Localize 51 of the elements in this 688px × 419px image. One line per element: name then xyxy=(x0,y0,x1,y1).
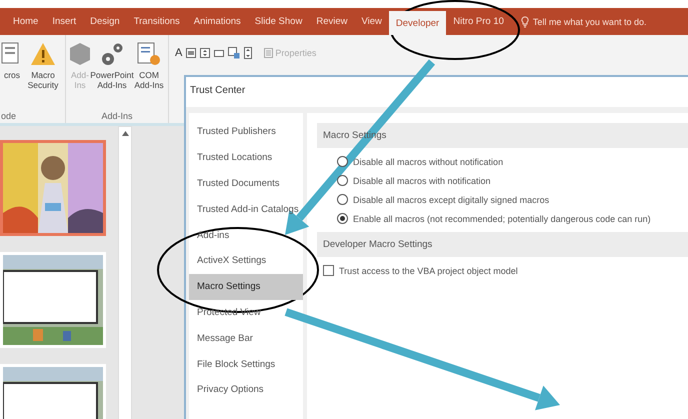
warning-icon xyxy=(30,41,56,67)
group-label: Add-Ins xyxy=(100,111,134,121)
ribbon-button[interactable]: Macro Security xyxy=(23,39,63,111)
checkbox[interactable] xyxy=(323,265,334,276)
ribbon-button[interactable]: cros xyxy=(1,39,23,111)
option-label: Disable all macros without notification xyxy=(353,156,504,166)
tell-me-search[interactable]: Tell me what you want to do. xyxy=(532,16,646,26)
nav-item[interactable]: Message Bar xyxy=(189,325,303,352)
nav-item[interactable]: Trusted Locations xyxy=(189,144,303,171)
nav-item[interactable]: Trusted Publishers xyxy=(189,119,303,145)
radio-button[interactable] xyxy=(337,156,348,167)
radio-button[interactable] xyxy=(337,213,348,224)
hexagon-icon xyxy=(68,41,92,67)
ribbon-tab[interactable]: Animations xyxy=(186,8,248,35)
ribbon-tab[interactable]: Design xyxy=(83,8,127,35)
ribbon-tab[interactable]: Nitro Pro 10 xyxy=(446,8,511,35)
ribbon-tab[interactable]: Developer xyxy=(388,11,446,35)
gear-icon xyxy=(99,41,125,67)
option-label: Disable all macros except digitally signed macros xyxy=(353,194,550,204)
section-heading: Developer Macro Settings xyxy=(323,239,432,250)
scroll-bar[interactable] xyxy=(118,126,132,419)
nav-item[interactable]: Add-ins xyxy=(189,222,303,248)
nav-item[interactable]: Trusted Add-in Catalogs xyxy=(189,196,303,222)
scroll-bar-icon[interactable] xyxy=(244,47,252,59)
option-label: Disable all macros with notification xyxy=(353,176,491,186)
option-label: Enable all macros (not recommended; potentially dangerous code can run) xyxy=(353,214,651,224)
combo-box-icon[interactable] xyxy=(228,47,240,59)
nav-item[interactable]: ActiveX Settings xyxy=(189,248,303,274)
lightbulb-icon xyxy=(520,16,529,28)
ribbon-tab[interactable]: Slide Show xyxy=(248,8,310,35)
document-gear-icon xyxy=(136,41,162,67)
scroll-up-icon[interactable] xyxy=(122,131,128,136)
list-icon xyxy=(264,48,274,58)
radio-button[interactable] xyxy=(337,175,348,186)
ribbon-tab[interactable]: Transitions xyxy=(126,8,187,35)
image-control-icon[interactable] xyxy=(186,48,196,58)
nav-item[interactable]: File Block Settings xyxy=(189,351,303,377)
ribbon-tab[interactable]: View xyxy=(354,8,389,35)
ribbon-tab[interactable]: Insert xyxy=(45,8,84,35)
option-label: Trust access to the VBA project object model xyxy=(339,266,518,276)
spin-button-icon[interactable] xyxy=(200,48,210,58)
nav-item[interactable]: Trusted Documents xyxy=(189,170,303,196)
radio-button[interactable] xyxy=(337,194,348,205)
text-box-icon[interactable] xyxy=(214,48,224,58)
ribbon-tab[interactable]: Review xyxy=(309,8,354,35)
ribbon-button[interactable]: PowerPoint Add-Ins xyxy=(92,39,132,111)
nav-item[interactable]: Privacy Options xyxy=(189,376,303,403)
label-control[interactable]: A xyxy=(175,47,182,59)
ribbon-tab[interactable]: Home xyxy=(6,8,46,35)
group-label: ode xyxy=(1,111,18,121)
nav-item[interactable]: Macro Settings xyxy=(189,274,303,300)
